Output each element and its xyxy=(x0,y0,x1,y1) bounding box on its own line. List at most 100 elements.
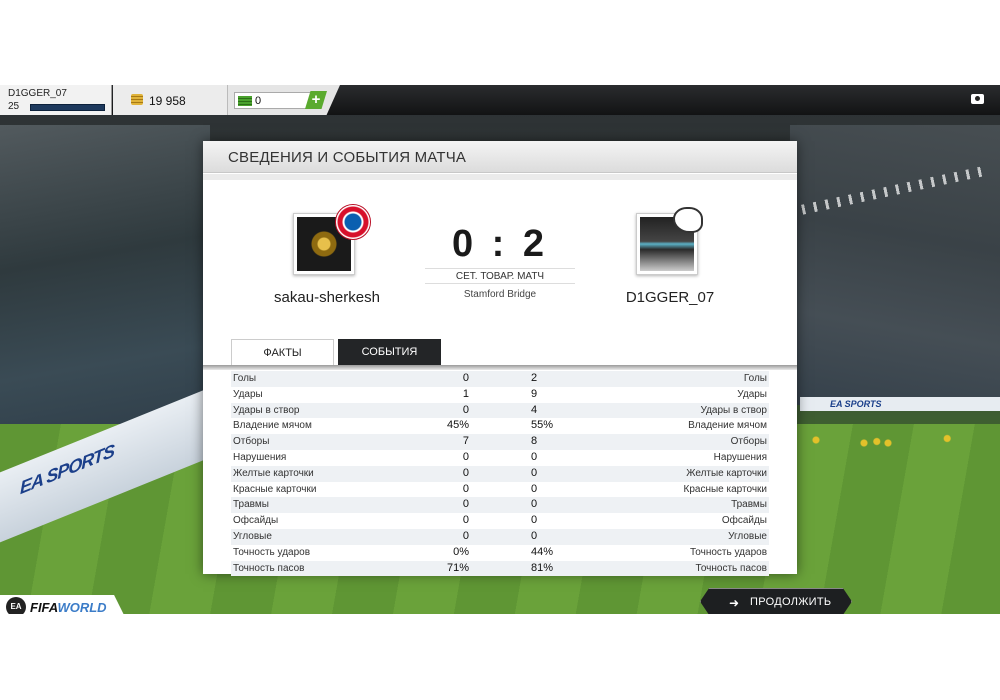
table-row: Точность пасов 71% 81% Точность пасов xyxy=(231,560,769,577)
away-team-name: D1GGER_07 xyxy=(625,289,715,306)
stadium-name: Stamford Bridge xyxy=(463,289,537,300)
stat-value-home: 7 xyxy=(462,435,469,448)
stat-label-away: Точность пасов xyxy=(695,562,768,574)
table-row: Владение мячом 45% 55% Владение мячом xyxy=(231,418,769,434)
match-score: 0 : 2 xyxy=(451,223,549,265)
stat-value-away: 0 xyxy=(531,450,538,463)
stat-value-away: 2 xyxy=(531,372,538,384)
stat-value-home: 0 xyxy=(462,372,469,384)
fifa-world-text: FIFAWORLD xyxy=(30,600,107,614)
stat-value-home: 71% xyxy=(446,561,469,574)
stat-label-away: Удары xyxy=(737,388,767,400)
stat-value-home: 0 xyxy=(462,403,469,416)
table-row: Удары в створ 0 4 Удары в створ xyxy=(231,402,769,419)
table-row: Желтые карточки 0 0 Желтые карточки xyxy=(231,465,769,482)
stat-value-home: 45% xyxy=(446,419,469,432)
stat-label-home: Владение мячом xyxy=(233,420,312,432)
tabs-divider xyxy=(203,365,797,370)
derby-ram-crest-icon xyxy=(673,207,703,233)
stat-label-away: Голы xyxy=(743,373,767,384)
tab-events[interactable]: СОБЫТИЯ xyxy=(338,339,441,365)
stat-value-away: 0 xyxy=(531,482,538,495)
table-row: Нарушения 0 0 Нарушения xyxy=(231,450,769,466)
header-divider xyxy=(203,174,797,180)
coins-display: 19 958 xyxy=(113,85,228,115)
stat-value-away: 4 xyxy=(531,403,538,416)
table-row: Отборы 7 8 Отборы xyxy=(231,434,769,450)
top-bar: D1GGER_07 25 19 958 0 + xyxy=(0,85,1000,115)
stat-label-home: Удары xyxy=(233,388,263,400)
stat-value-home: 0% xyxy=(453,545,469,558)
stat-value-away: 9 xyxy=(531,387,538,400)
stat-label-away: Точность ударов xyxy=(689,546,767,558)
stat-label-home: Травмы xyxy=(233,499,269,511)
stadium-stand-right xyxy=(790,125,1000,405)
stat-label-home: Голы xyxy=(233,373,257,384)
camera-icon[interactable] xyxy=(971,94,984,104)
arrow-right-icon: ➜ xyxy=(729,596,740,610)
cash-field: 0 xyxy=(234,92,314,109)
user-level: 25 xyxy=(8,101,20,112)
table-row: Удары 1 9 Удары xyxy=(231,387,769,403)
continue-label: ПРОДОЛЖИТЬ xyxy=(750,596,832,608)
stat-label-away: Офсайды xyxy=(721,515,767,527)
table-row: Точность ударов 0% 44% Точность ударов xyxy=(231,545,769,561)
stat-label-home: Угловые xyxy=(233,530,272,542)
continue-button[interactable]: ➜ ПРОДОЛЖИТЬ xyxy=(700,588,852,614)
stat-label-home: Красные карточки xyxy=(233,483,317,495)
stat-value-home: 0 xyxy=(462,498,469,511)
stat-label-away: Владение мячом xyxy=(688,420,767,432)
stat-value-home: 0 xyxy=(462,514,469,527)
stat-value-away: 44% xyxy=(531,545,554,558)
stat-value-away: 8 xyxy=(531,435,538,448)
stat-value-home: 0 xyxy=(462,482,469,495)
stat-value-away: 0 xyxy=(531,466,538,479)
logo-world: WORLD xyxy=(57,600,107,614)
home-team-name: sakau-sherkesh xyxy=(274,289,380,306)
xp-progress-bar xyxy=(30,104,105,111)
stat-value-away: 81% xyxy=(531,561,554,574)
panel-header: СВЕДЕНИЯ И СОБЫТИЯ МАТЧА xyxy=(203,141,797,173)
tab-facts[interactable]: ФАКТЫ xyxy=(231,339,334,365)
cash-icon xyxy=(238,96,252,106)
stat-label-home: Точность пасов xyxy=(233,562,305,574)
stat-value-home: 1 xyxy=(462,387,469,400)
stat-value-home: 0 xyxy=(462,450,469,463)
table-row: Угловые 0 0 Угловые xyxy=(231,528,769,545)
stat-label-home: Отборы xyxy=(233,436,270,448)
cash-value: 0 xyxy=(255,95,262,107)
table-row: Травмы 0 0 Травмы xyxy=(231,497,769,514)
ea-sports-icon: EA xyxy=(6,597,26,614)
stat-value-away: 0 xyxy=(531,498,538,511)
coins-value: 19 958 xyxy=(149,94,186,108)
page-title: СВЕДЕНИЯ И СОБЫТИЯ МАТЧА xyxy=(228,149,467,166)
game-frame: EA SPORTS EA SPORTS D1GGER_07 25 19 958 … xyxy=(0,85,1000,614)
stat-label-away: Удары в створ xyxy=(700,404,768,416)
stat-label-away: Желтые карточки xyxy=(686,467,767,479)
table-row: Офсайды 0 0 Офсайды xyxy=(231,513,769,529)
table-row: Красные карточки 0 0 Красные карточки xyxy=(231,482,769,498)
ad-board-right: EA SPORTS xyxy=(800,397,1000,411)
stat-value-home: 0 xyxy=(462,529,469,542)
logo-fifa: FIFA xyxy=(30,600,58,614)
stat-value-away: 55% xyxy=(531,419,554,432)
stat-label-home: Точность ударов xyxy=(233,546,311,558)
players-on-pitch xyxy=(800,425,960,455)
stat-label-home: Удары в створ xyxy=(233,404,300,416)
table-row: Голы 0 2 Голы xyxy=(231,371,769,387)
stat-value-away: 0 xyxy=(531,529,538,542)
match-details-panel: СВЕДЕНИЯ И СОБЫТИЯ МАТЧА sakau-sherkesh … xyxy=(203,141,797,577)
bayern-crest-icon xyxy=(335,204,371,240)
stat-label-away: Угловые xyxy=(728,530,767,542)
stat-value-away: 0 xyxy=(531,514,538,527)
stat-label-away: Отборы xyxy=(730,436,767,448)
stat-label-away: Травмы xyxy=(731,499,767,511)
match-type: СЕТ. ТОВАР. МАТЧ xyxy=(425,268,575,284)
stat-label-away: Красные карточки xyxy=(683,483,767,495)
stats-table: Голы 0 2 Голы Удары 1 9 Удары Удары в створ 0 4 Уда… xyxy=(231,371,769,577)
user-profile[interactable]: D1GGER_07 25 xyxy=(0,85,112,115)
stat-value-home: 0 xyxy=(462,466,469,479)
stat-label-home: Желтые карточки xyxy=(233,467,314,479)
username: D1GGER_07 xyxy=(8,88,67,99)
stat-label-away: Нарушения xyxy=(713,451,767,463)
